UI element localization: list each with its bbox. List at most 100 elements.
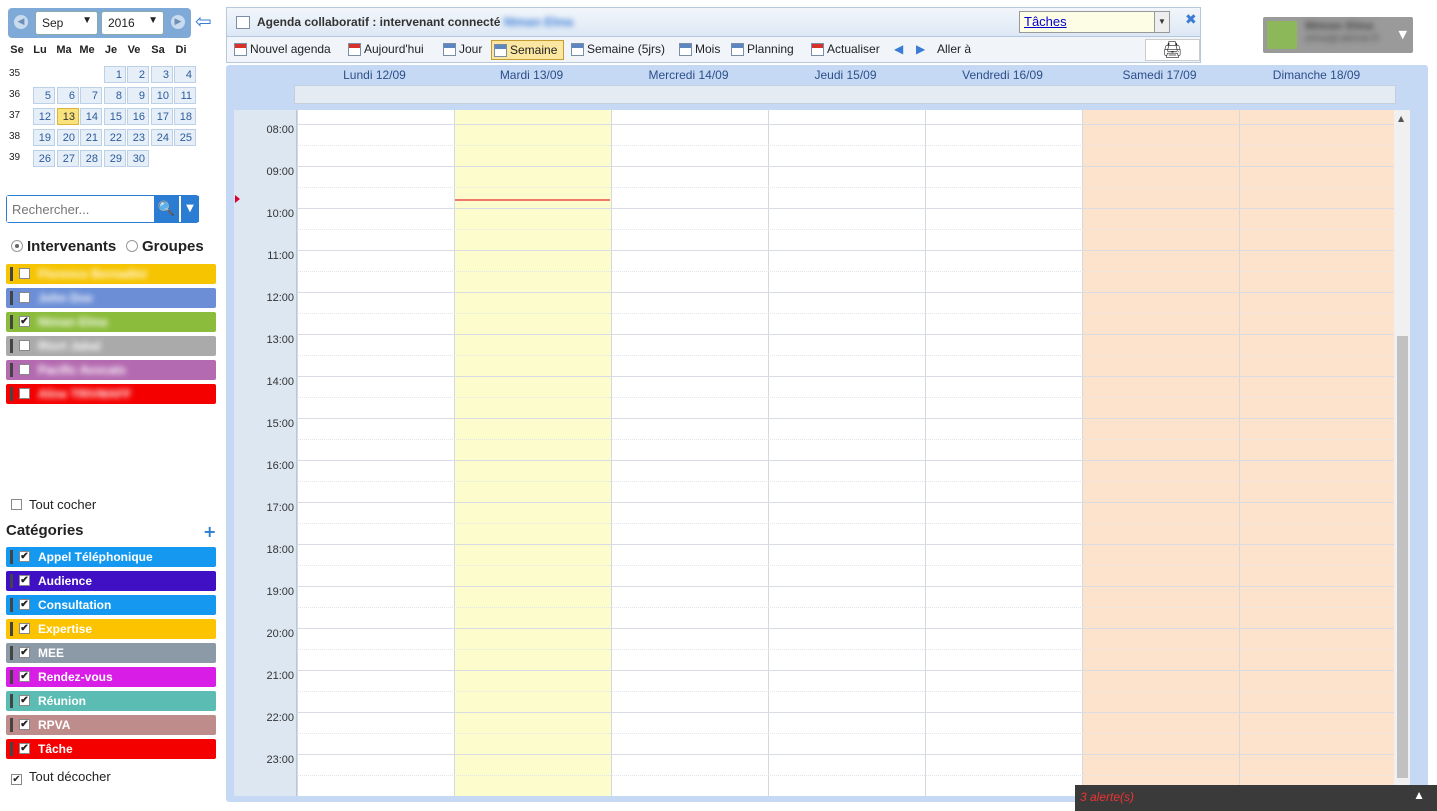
participant-item[interactable]: ✔ Ntman Elma: [6, 312, 216, 332]
mini-calendar-day[interactable]: 30: [127, 150, 149, 167]
mini-calendar-day[interactable]: 23: [127, 129, 149, 146]
checkbox-icon[interactable]: ✔: [19, 575, 30, 586]
category-item[interactable]: ✔ Rendez-vous: [6, 667, 216, 687]
checkbox-icon[interactable]: [19, 388, 30, 399]
today-button[interactable]: Aujourd'hui: [346, 40, 424, 60]
scroll-up-icon[interactable]: ▲: [1398, 114, 1404, 123]
day-column[interactable]: [297, 110, 454, 796]
next-week-icon[interactable]: ▶: [916, 40, 925, 60]
mini-calendar-day[interactable]: 19: [33, 129, 55, 146]
month-view-button[interactable]: Mois: [677, 40, 720, 60]
mini-calendar-day[interactable]: 16: [127, 108, 149, 125]
category-item[interactable]: ✔ Expertise: [6, 619, 216, 639]
alert-bar[interactable]: 3 alerte(s) ▲: [1075, 785, 1437, 811]
mini-calendar-day[interactable]: 14: [80, 108, 102, 125]
day-column[interactable]: [925, 110, 1082, 796]
time-grid[interactable]: 08:00 09:00 10:00 11:00 12:00 13:00 14:00 15:00…: [234, 110, 1402, 796]
all-day-row[interactable]: [294, 85, 1396, 104]
mini-calendar-day[interactable]: 10: [151, 87, 173, 104]
participant-item[interactable]: John Doe: [6, 288, 216, 308]
mini-calendar-day[interactable]: 7: [80, 87, 102, 104]
add-category-icon[interactable]: +: [203, 522, 216, 541]
day-column[interactable]: [454, 110, 611, 796]
dropdown-icon[interactable]: ▼: [1154, 12, 1169, 32]
mini-calendar-day[interactable]: 26: [33, 150, 55, 167]
mini-calendar-day[interactable]: 17: [151, 108, 173, 125]
expand-up-icon[interactable]: ▲: [1413, 788, 1425, 802]
checkbox-icon[interactable]: ✔: [19, 316, 30, 327]
category-item[interactable]: ✔ RPVA: [6, 715, 216, 735]
refresh-button[interactable]: Actualiser: [809, 40, 880, 60]
checkbox-icon[interactable]: ✔: [19, 695, 30, 706]
goto-button[interactable]: Aller à: [937, 40, 971, 60]
mini-calendar-day[interactable]: 13: [57, 108, 79, 125]
mini-calendar-day[interactable]: 22: [104, 129, 126, 146]
category-item[interactable]: ✔ Réunion: [6, 691, 216, 711]
day-header[interactable]: Dimanche 18/09: [1238, 68, 1395, 82]
day-column[interactable]: [768, 110, 925, 796]
search-icon[interactable]: 🔍: [154, 196, 179, 222]
radio-groupes[interactable]: Groupes: [126, 238, 204, 255]
checkbox-icon[interactable]: ✔: [19, 671, 30, 682]
mini-calendar-day[interactable]: 2: [127, 66, 149, 83]
radio-icon[interactable]: [11, 240, 23, 252]
category-item[interactable]: ✔ Consultation: [6, 595, 216, 615]
uncheck-all[interactable]: ✔ Tout décocher: [11, 769, 111, 785]
mini-calendar-day[interactable]: 12: [33, 108, 55, 125]
checkbox-icon[interactable]: ✔: [19, 743, 30, 754]
scrollbar-thumb[interactable]: [1397, 336, 1408, 778]
day-header[interactable]: Vendredi 16/09: [924, 68, 1081, 82]
participant-item[interactable]: Aline TRIVMAFF: [6, 384, 216, 404]
checkbox-icon[interactable]: [19, 340, 30, 351]
week5-view-button[interactable]: Semaine (5jrs): [569, 40, 665, 60]
day-header[interactable]: Mardi 13/09: [453, 68, 610, 82]
mini-calendar-day[interactable]: 8: [104, 87, 126, 104]
category-item[interactable]: ✔ Tâche: [6, 739, 216, 759]
mini-calendar-day[interactable]: 15: [104, 108, 126, 125]
chevron-down-icon[interactable]: ▼: [1399, 28, 1407, 41]
checkbox-icon[interactable]: ✔: [19, 719, 30, 730]
tasks-select[interactable]: Tâches ▼: [1019, 11, 1170, 33]
checkbox-icon[interactable]: ✔: [19, 551, 30, 562]
mini-calendar-day[interactable]: 29: [104, 150, 126, 167]
day-header[interactable]: Jeudi 15/09: [767, 68, 924, 82]
print-icon[interactable]: 🖨: [1145, 39, 1200, 61]
day-column[interactable]: [611, 110, 768, 796]
close-icon[interactable]: ✖: [1185, 12, 1197, 28]
category-item[interactable]: ✔ Appel Téléphonique: [6, 547, 216, 567]
mini-calendar-day[interactable]: 4: [174, 66, 196, 83]
mini-calendar-day[interactable]: 3: [151, 66, 173, 83]
participant-item[interactable]: Rtort Jabal: [6, 336, 216, 356]
mini-calendar-day[interactable]: 11: [174, 87, 196, 104]
participant-item[interactable]: Florence Bernadini: [6, 264, 216, 284]
day-view-button[interactable]: Jour: [441, 40, 482, 60]
day-header[interactable]: Mercredi 14/09: [610, 68, 767, 82]
day-column[interactable]: [1239, 110, 1396, 796]
week-view-button[interactable]: Semaine: [491, 40, 564, 60]
planning-button[interactable]: Planning: [729, 40, 794, 60]
checkbox-icon[interactable]: ✔: [19, 623, 30, 634]
checkbox-icon[interactable]: [19, 268, 30, 279]
category-item[interactable]: ✔ Audience: [6, 571, 216, 591]
checkbox-icon[interactable]: ✔: [11, 774, 22, 785]
day-header[interactable]: Lundi 12/09: [296, 68, 453, 82]
category-item[interactable]: ✔ MEE: [6, 643, 216, 663]
search-input[interactable]: [7, 196, 152, 222]
mini-calendar-day[interactable]: 6: [57, 87, 79, 104]
mini-calendar-day[interactable]: 21: [80, 129, 102, 146]
mini-calendar-day[interactable]: 5: [33, 87, 55, 104]
mini-calendar-day[interactable]: 20: [57, 129, 79, 146]
checkbox-icon[interactable]: [19, 364, 30, 375]
checkbox-icon[interactable]: [19, 292, 30, 303]
mini-calendar-day[interactable]: 1: [104, 66, 126, 83]
radio-intervenants[interactable]: Intervenants: [11, 238, 116, 255]
mini-calendar-day[interactable]: 25: [174, 129, 196, 146]
mini-calendar-day[interactable]: 28: [80, 150, 102, 167]
mini-calendar-day[interactable]: 18: [174, 108, 196, 125]
checkbox-icon[interactable]: ✔: [19, 647, 30, 658]
prev-week-icon[interactable]: ◀: [894, 40, 903, 60]
mini-calendar-day[interactable]: 24: [151, 129, 173, 146]
checkbox-icon[interactable]: [11, 499, 22, 510]
mini-calendar-day[interactable]: 27: [57, 150, 79, 167]
day-header[interactable]: Samedi 17/09: [1081, 68, 1238, 82]
